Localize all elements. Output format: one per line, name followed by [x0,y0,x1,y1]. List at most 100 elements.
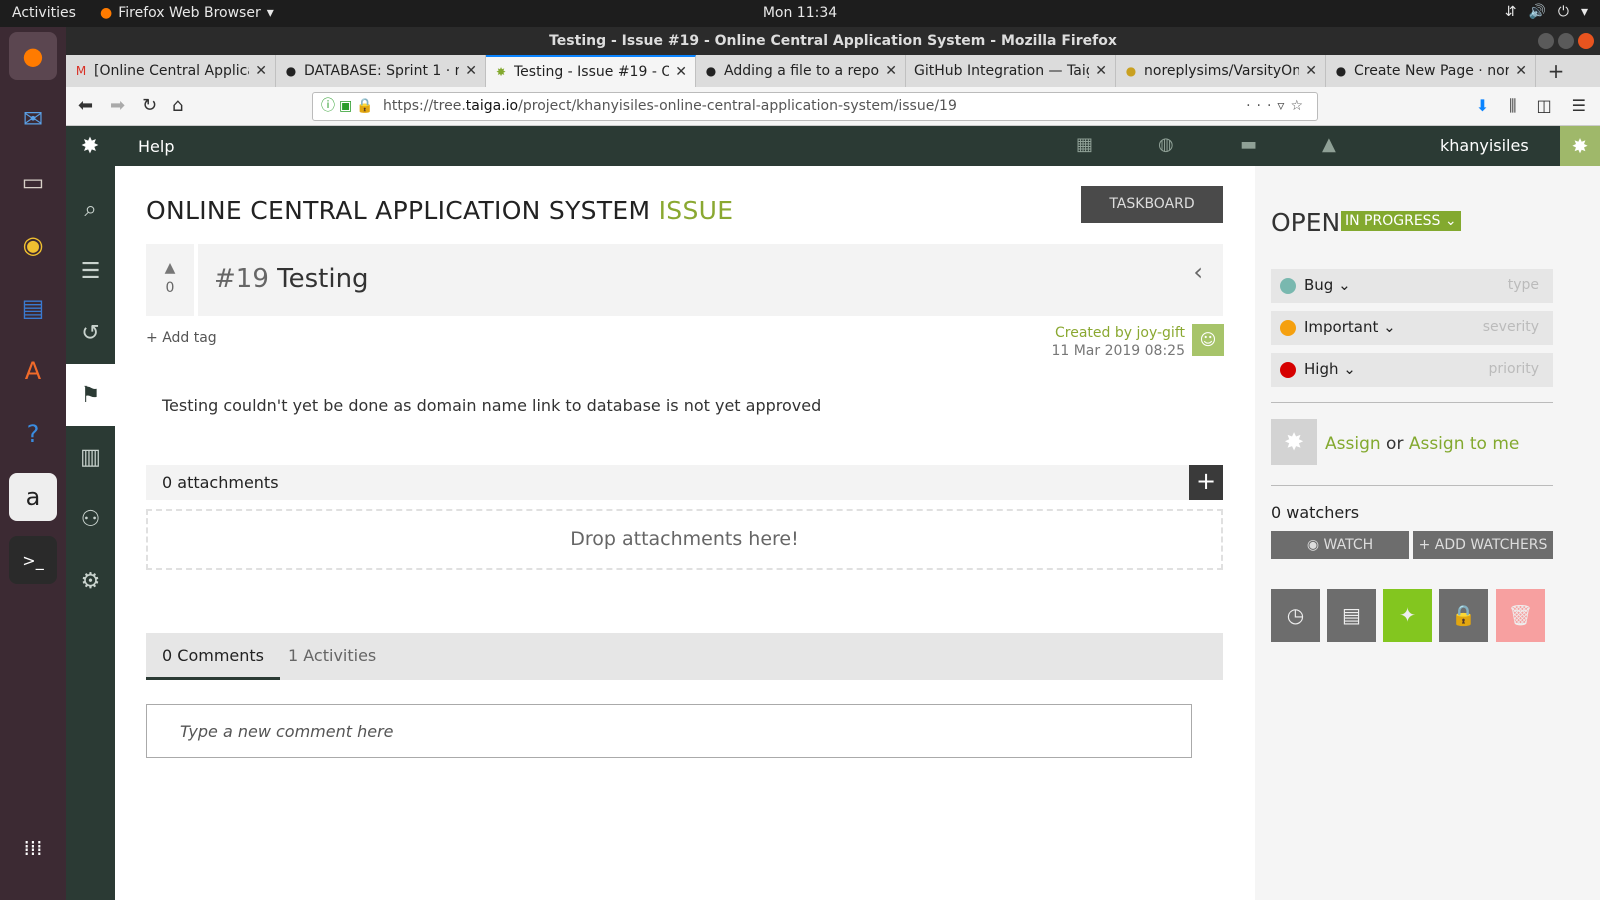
reload-icon[interactable]: ↻ [142,95,157,116]
promote-to-us-icon[interactable]: ▤ [1327,589,1376,642]
add-watchers-button[interactable]: + ADD WATCHERS [1413,531,1553,559]
severity-select[interactable]: Important ⌄ severity [1271,311,1553,345]
tab-comments[interactable]: 0 Comments [146,633,280,680]
tab-github-adding-file[interactable]: ● Adding a file to a repos ✕ [696,55,906,87]
comment-input[interactable]: Type a new comment here [146,704,1192,758]
close-tab-icon[interactable]: ✕ [1515,63,1527,79]
projects-folder-icon[interactable]: ▬ [1240,134,1257,155]
settings-gear-icon[interactable]: ⚙ [66,550,115,612]
tab-gmail[interactable]: M [Online Central Applica ✕ [66,55,276,87]
assign-link[interactable]: Assign [1325,434,1381,454]
taiga-icon: ✸ [495,65,507,79]
tab-strip: M [Online Central Applica ✕ ● DATABASE: Spr… [66,55,1600,87]
sidebar-icon[interactable]: ◫ [1537,96,1552,116]
home-icon[interactable]: ⌂ [172,95,183,116]
github-icon: ● [1335,64,1347,78]
issue-title[interactable]: #19 Testing [214,264,369,294]
tab-create-new-page[interactable]: ● Create New Page · nore ✕ [1326,55,1536,87]
system-tray[interactable]: ⇵ 🔊 ⏻ ▾ [1505,4,1588,20]
assign-to-me-link[interactable]: Assign to me [1409,434,1520,454]
amazon-icon[interactable]: a [9,473,57,521]
new-tab-button[interactable]: + [1536,55,1576,87]
severity-label: Important [1304,318,1379,336]
add-tag-button[interactable]: + Add tag [146,330,217,346]
upvote-icon[interactable]: ▲ [146,260,194,276]
tab-noreplysims[interactable]: ● noreplysims/VarsityOn ✕ [1116,55,1326,87]
user-avatar[interactable]: ✸ [1560,126,1600,166]
plus-icon: + [146,330,158,346]
address-bar[interactable]: ⓘ▣🔒 https://tree.taiga.io/project/khanyi… [312,92,1318,121]
issue-description[interactable]: Testing couldn't yet be done as domain n… [162,396,821,415]
projects-grid-icon[interactable]: ▦ [1076,134,1093,155]
close-window-button[interactable] [1578,33,1594,49]
writer-icon[interactable]: ▤ [9,284,57,332]
status-block: OPEN IN PROGRESS ⌄ [1271,208,1461,237]
files-icon[interactable]: ▭ [9,158,57,206]
terminal-icon[interactable]: >_ [9,536,57,584]
issue-main: ONLINE CENTRAL APPLICATION SYSTEM ISSUE … [115,166,1255,900]
app-grid-icon[interactable]: ⁞⁞⁞ [9,824,57,872]
delete-trash-icon[interactable]: 🗑 [1496,589,1545,642]
backlog-icon[interactable]: ☰ [66,240,115,302]
forward-icon[interactable]: ➡ [110,95,125,116]
power-icon: ⏻ [1557,4,1569,20]
discover-globe-icon[interactable]: ◍ [1158,134,1174,155]
chevron-left-icon[interactable]: ‹ [1193,258,1203,286]
severity-value: Important ⌄ [1304,318,1396,336]
library-icon[interactable]: ⫼ [1509,96,1516,116]
clock[interactable]: Mon 11:34 [763,5,837,21]
tab-github-integration[interactable]: GitHub Integration — Taig ✕ [906,55,1116,87]
lock-icon[interactable]: 🔒 [1439,589,1488,642]
add-attachment-button[interactable]: + [1189,465,1223,500]
activities-button[interactable]: Activities [12,5,76,21]
kanban-icon[interactable]: ↺ [66,302,115,364]
watch-button[interactable]: ◉ WATCH [1271,531,1409,559]
system-top-bar: Activities ● Firefox Web Browser ▾ Mon 1… [0,0,1600,27]
status-dropdown[interactable]: IN PROGRESS ⌄ [1341,211,1461,231]
close-tab-icon[interactable]: ✕ [885,63,897,79]
tab-taiga-issue[interactable]: ✸ Testing - Issue #19 - Onl ✕ [486,55,696,87]
issues-bookmark-icon[interactable]: ⚑ [66,364,115,426]
download-icon[interactable]: ⬇ [1476,96,1489,116]
url-host: taiga.io [465,98,519,114]
eye-icon: ◉ [1306,537,1320,553]
tab-github-database[interactable]: ● DATABASE: Sprint 1 · nc ✕ [276,55,486,87]
close-tab-icon[interactable]: ✕ [1095,63,1107,79]
close-tab-icon[interactable]: ✕ [1305,63,1317,79]
search-icon[interactable]: ⌕ [66,178,115,240]
notifications-bell-icon[interactable]: ▲ [1322,134,1336,155]
chevron-down-icon: ⌄ [1444,213,1457,229]
firefox-icon[interactable]: ● [9,32,57,80]
back-icon[interactable]: ⬅ [78,95,93,116]
minimize-button[interactable] [1538,33,1554,49]
network-icon: ⇵ [1504,4,1517,20]
block-issue-icon[interactable]: ✦ [1383,589,1432,642]
attachment-dropzone[interactable]: Drop attachments here! [146,509,1223,570]
help-icon[interactable]: ? [9,410,57,458]
tab-activities[interactable]: 1 Activities [272,633,392,680]
vote-box[interactable]: ▲ 0 [146,244,194,316]
rhythmbox-icon[interactable]: ◉ [9,221,57,269]
username[interactable]: khanyisiles [1440,136,1529,155]
wiki-book-icon[interactable]: ▥ [66,426,115,488]
team-icon[interactable]: ⚇ [66,488,115,550]
url-path: /project/khanyisiles-online-central-appl… [518,98,957,114]
page-actions-icon[interactable]: ···▿☆ [1246,93,1309,120]
history-clock-icon[interactable]: ◷ [1271,589,1320,642]
taskboard-button[interactable]: TASKBOARD [1081,186,1223,223]
menu-icon[interactable]: ☰ [1572,96,1586,116]
app-menu[interactable]: ● Firefox Web Browser ▾ [100,5,274,21]
priority-select[interactable]: High ⌄ priority [1271,353,1553,387]
software-center-icon[interactable]: A [9,347,57,395]
close-tab-icon[interactable]: ✕ [465,63,477,79]
thunderbird-icon[interactable]: ✉ [9,95,57,143]
assign-block: Assign or Assign to me [1325,434,1519,454]
type-select[interactable]: Bug ⌄ type [1271,269,1553,303]
taiga-logo-icon[interactable]: ✸ [66,126,114,166]
maximize-button[interactable] [1558,33,1574,49]
priority-color-dot [1280,362,1296,378]
help-link[interactable]: Help [138,137,174,156]
close-tab-icon[interactable]: ✕ [675,64,687,80]
close-tab-icon[interactable]: ✕ [255,63,267,79]
secure-lock-icon[interactable]: ⓘ▣🔒 [321,93,378,120]
